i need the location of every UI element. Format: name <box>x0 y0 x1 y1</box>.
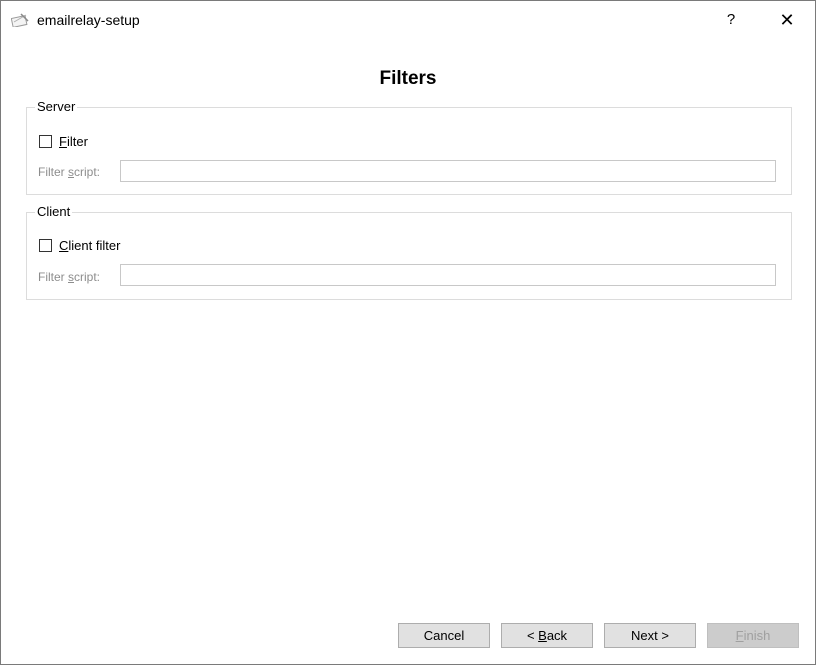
server-group: Server Filter Filter script: <box>26 99 792 195</box>
close-icon: ✕ <box>779 10 795 30</box>
client-group: Client Client filter Filter script: <box>26 204 792 300</box>
client-filter-script-label: Filter script: <box>38 270 101 284</box>
server-filter-script-input[interactable] <box>120 160 776 182</box>
back-button[interactable]: < Back <box>501 623 593 648</box>
title-bar: emailrelay-setup ? ✕ <box>1 1 815 39</box>
help-button[interactable]: ? <box>717 7 745 33</box>
client-filter-checkbox[interactable] <box>39 238 52 252</box>
server-filter-script-label: Filter script: <box>38 165 101 179</box>
client-filter-script-input[interactable] <box>120 264 776 286</box>
client-filter-label: Client filter <box>59 237 121 253</box>
client-filter-checkbox-row[interactable]: Client filter <box>39 237 120 253</box>
page-title: Filters <box>379 68 437 89</box>
cancel-button[interactable]: Cancel <box>398 623 490 648</box>
server-group-legend: Server <box>35 99 78 114</box>
client-group-legend: Client <box>35 204 73 219</box>
window-title: emailrelay-setup <box>37 12 140 28</box>
close-button[interactable]: ✕ <box>771 7 803 33</box>
next-button[interactable]: Next > <box>604 623 696 648</box>
server-filter-checkbox-row[interactable]: Filter <box>39 133 88 149</box>
setup-window: emailrelay-setup ? ✕ Filters Server Filt… <box>0 0 816 665</box>
question-mark-icon: ? <box>726 11 736 28</box>
server-filter-label: Filter <box>59 133 88 149</box>
server-filter-checkbox[interactable] <box>39 134 52 148</box>
finish-button: Finish <box>707 623 799 648</box>
app-icon <box>10 13 29 28</box>
